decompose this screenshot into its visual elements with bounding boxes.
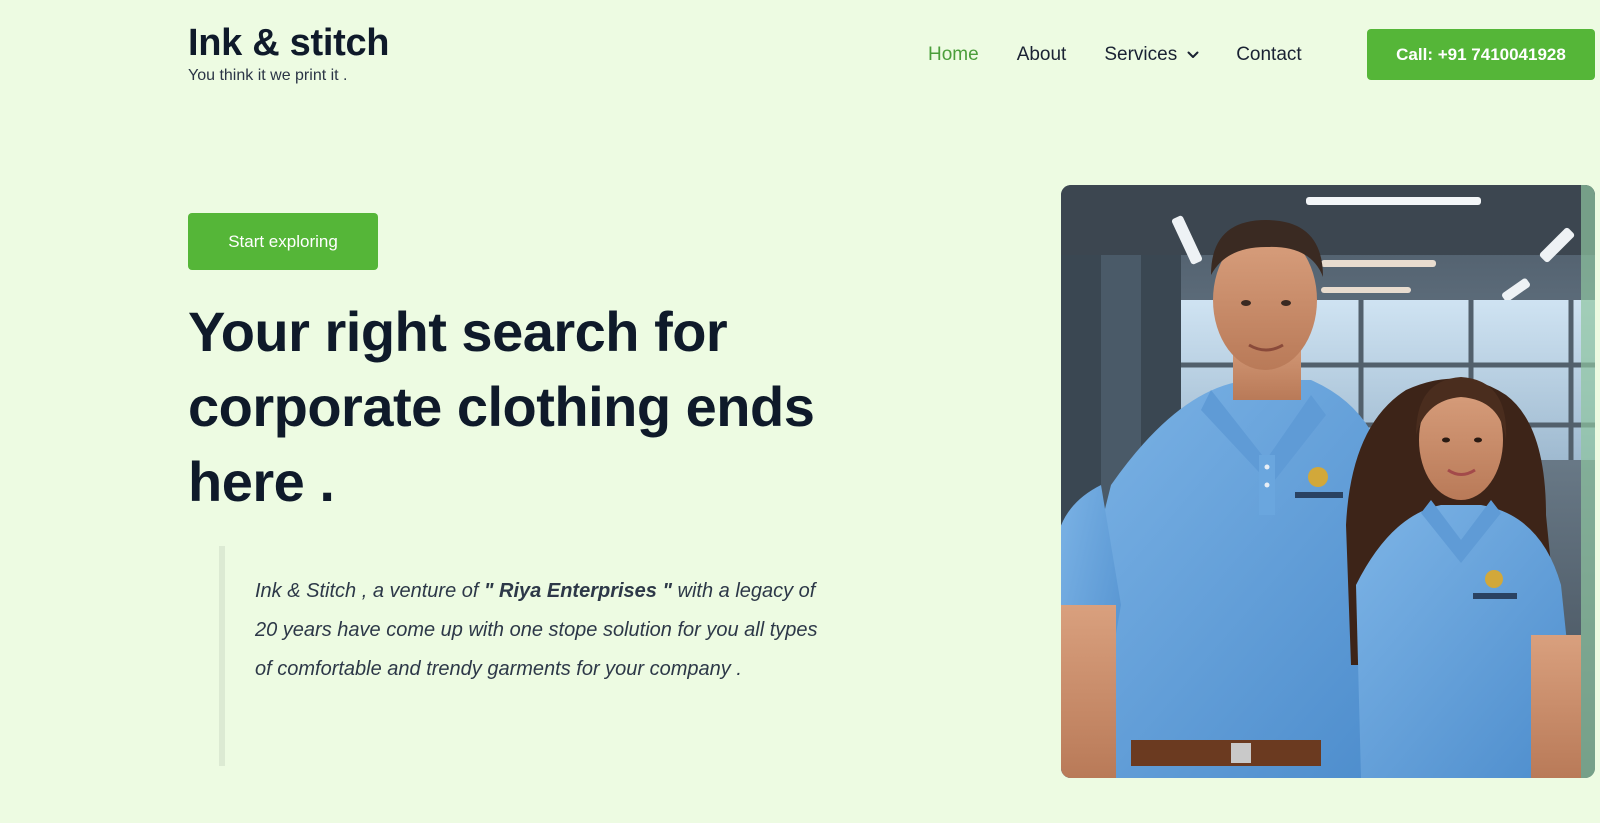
main-nav: Home About Services Contact bbox=[928, 40, 1302, 70]
nav-home[interactable]: Home bbox=[928, 40, 979, 70]
hero-heading: Your right search for corporate clothing… bbox=[188, 300, 815, 513]
start-exploring-button[interactable]: Start exploring bbox=[188, 213, 378, 270]
brand-title[interactable]: Ink & stitch bbox=[188, 20, 390, 66]
nav-about[interactable]: About bbox=[1017, 40, 1067, 70]
hero-description-block: Ink & Stitch , a venture of " Riya Enter… bbox=[219, 546, 829, 766]
call-button[interactable]: Call: +91 7410041928 bbox=[1367, 29, 1595, 80]
hero-description: Ink & Stitch , a venture of " Riya Enter… bbox=[255, 572, 830, 689]
brand-tagline: You think it we print it . bbox=[188, 67, 348, 84]
description-part1: Ink & Stitch , a venture of bbox=[255, 580, 485, 602]
description-highlight: " Riya Enterprises " bbox=[484, 580, 672, 602]
chevron-down-icon bbox=[1187, 51, 1199, 59]
nav-services-label: Services bbox=[1104, 44, 1178, 65]
nav-contact[interactable]: Contact bbox=[1236, 40, 1301, 70]
nav-services[interactable]: Services bbox=[1104, 40, 1199, 70]
brand[interactable]: Ink & stitch You think it we print it . bbox=[188, 20, 390, 86]
hero-image bbox=[1061, 185, 1595, 778]
